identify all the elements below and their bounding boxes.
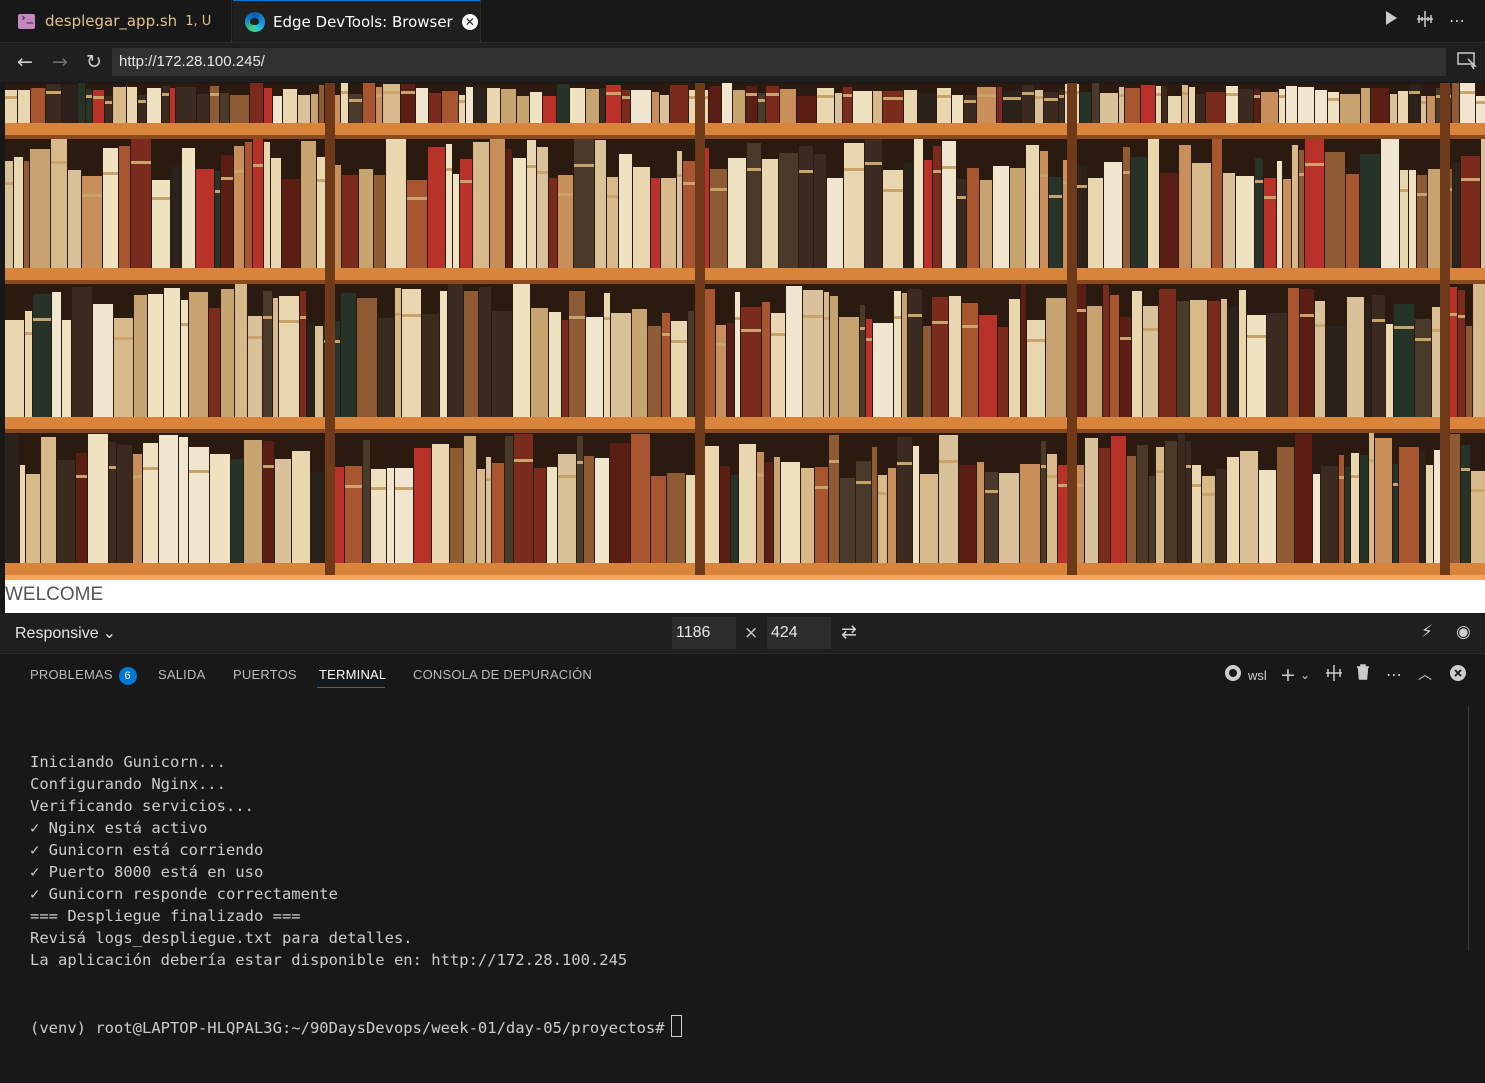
terminal-line: Iniciando Gunicorn... [30,753,226,771]
browser-nav-bar: ← → ↻ http://172.28.100.245/ [0,43,1485,82]
terminal-line: ✓ Gunicorn está corriendo [30,841,264,859]
close-icon[interactable]: ✕ [461,13,478,30]
device-toolbar: Responsive ⌄ 1186 × 424 ⇄ ⚡ ◉ [0,613,1485,654]
editor-tab-bar: desplegar_app.sh 1, U Edge DevTools: Bro… [0,0,1485,43]
linux-icon [1222,664,1244,688]
device-emulation-icon[interactable] [1455,51,1479,75]
tab-desplegar-app[interactable]: desplegar_app.sh 1, U [4,0,232,42]
forward-icon[interactable]: → [48,51,72,75]
chevron-down-icon: ⌄ [102,625,117,642]
terminal-line: ✓ Puerto 8000 está en uso [30,863,264,881]
terminal-scrollbar[interactable] [1468,706,1469,951]
tab-label: Edge DevTools: Browser [273,12,453,31]
terminal-output[interactable]: Iniciando Gunicorn... Configurando Nginx.… [30,707,682,1083]
close-panel-icon[interactable] [1447,664,1469,688]
tab-salida[interactable]: SALIDA [158,667,205,682]
bottom-panel: PROBLEMAS 6 SALIDA PUERTOS TERMINAL CONSO… [5,654,1485,1037]
tab-label: desplegar_app.sh [45,12,178,30]
terminal-line: Verificando servicios... [30,797,254,815]
terminal-prompt: (venv) root@LAPTOP-HLQPAL3G:~/90DaysDevo… [30,1019,665,1037]
welcome-heading: WELCOME [5,584,104,605]
more-actions-icon[interactable]: ⋯ [1446,10,1468,32]
trash-icon[interactable] [1352,664,1374,686]
terminal-line: Revisá logs_despliegue.txt para detalles… [30,929,413,947]
browser-viewport: WELCOME [5,83,1485,613]
width-input[interactable]: 1186 [672,617,736,649]
terminal-line: ✓ Nginx está activo [30,819,208,837]
edge-icon [245,11,265,32]
tab-label: PROBLEMAS [30,667,113,682]
back-icon[interactable]: ← [13,51,37,75]
more-actions-icon[interactable]: ⋯ [1383,664,1405,686]
responsive-label: Responsive [15,625,99,642]
tab-terminal[interactable]: TERMINAL [319,667,386,682]
reload-icon[interactable]: ↻ [82,51,106,75]
tab-modified-indicator: 1, U [185,13,212,29]
magic-wand-icon[interactable]: ⚡ [1421,622,1433,642]
rotate-icon[interactable]: ⇄ [841,621,857,643]
run-icon[interactable] [1380,10,1402,32]
terminal-cursor [670,1015,682,1037]
terminal-line: La aplicación debería estar disponible e… [30,951,628,969]
terminal-line: Configurando Nginx... [30,775,226,793]
terminal-line: === Despliegue finalizado === [30,907,301,925]
split-editor-icon[interactable] [1414,10,1436,32]
tab-edge-devtools[interactable]: Edge DevTools: Browser ✕ [233,0,481,42]
split-terminal-icon[interactable] [1323,664,1345,688]
active-tab-indicator [317,687,385,688]
dimension-separator: × [744,623,759,643]
terminal-line: ✓ Gunicorn responde correctamente [30,885,338,903]
maximize-panel-icon[interactable]: ︿ [1414,664,1436,686]
tab-problemas[interactable]: PROBLEMAS 6 [30,667,137,685]
responsive-dropdown[interactable]: Responsive ⌄ [15,623,116,643]
tab-consola-depuracion[interactable]: CONSOLA DE DEPURACIÓN [413,667,592,682]
chevron-down-icon[interactable]: ⌄ [1294,664,1316,686]
eye-icon[interactable]: ◉ [1456,622,1471,642]
terminal-profile-label[interactable]: wsl [1248,668,1267,683]
height-input[interactable]: 424 [767,617,831,649]
terminal-lines: Iniciando Gunicorn... Configurando Nginx.… [30,751,682,971]
terminal-prompt-line: (venv) root@LAPTOP-HLQPAL3G:~/90DaysDevo… [30,1015,682,1039]
tab-puertos[interactable]: PUERTOS [233,667,297,682]
problems-count-badge: 6 [118,667,137,685]
bookshelf-image [5,83,1485,580]
url-input[interactable]: http://172.28.100.245/ [112,48,1446,76]
terminal-file-icon [18,11,35,29]
